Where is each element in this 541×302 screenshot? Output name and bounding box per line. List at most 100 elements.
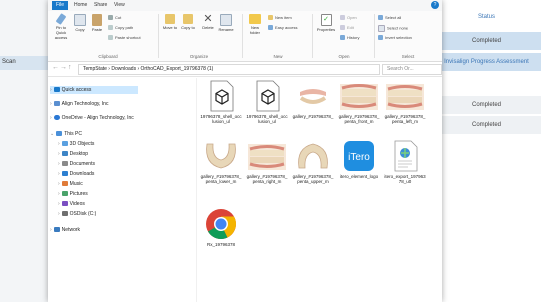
select-none-label: Select none bbox=[387, 25, 409, 31]
select-all-icon bbox=[378, 15, 383, 21]
file-name: Rx_19796378 bbox=[206, 242, 236, 247]
back-arrow-icon[interactable]: ← bbox=[52, 64, 59, 71]
group-open: Open bbox=[338, 54, 350, 59]
nav-label: This PC bbox=[64, 131, 82, 137]
group-select: Select bbox=[401, 54, 415, 59]
easy-access-icon bbox=[268, 25, 273, 31]
tab-view[interactable]: View bbox=[110, 1, 129, 10]
move-to-icon bbox=[165, 14, 175, 24]
tab-share[interactable]: Share bbox=[90, 1, 111, 10]
easy-access-button[interactable]: Easy access bbox=[268, 25, 298, 31]
up-arrow-icon[interactable]: ↑ bbox=[68, 64, 72, 71]
file-item[interactable]: gallery_#19796378_penta_front_m bbox=[338, 80, 380, 124]
nav-label: Videos bbox=[69, 201, 85, 207]
file-item[interactable]: gallery_#19796378_penta_right_m bbox=[246, 140, 288, 184]
paste-icon bbox=[92, 14, 102, 26]
edit-label: Edit bbox=[347, 25, 354, 30]
chevron-right-icon: › bbox=[58, 161, 60, 167]
new-item-button[interactable]: New item bbox=[268, 15, 292, 21]
address-bar-row: ← → ↑ TempState › Downloads › OrthoCAD_E… bbox=[48, 62, 442, 77]
forward-arrow-icon[interactable]: → bbox=[60, 64, 67, 71]
nav-item-music[interactable]: › Music bbox=[58, 180, 83, 188]
nav-item-align[interactable]: › Align Technology, Inc bbox=[50, 100, 108, 108]
svg-text:iTero: iTero bbox=[348, 152, 370, 163]
teeth-image-icon bbox=[338, 80, 380, 112]
file-name: gallery_#19796378_penta_lower_m bbox=[200, 174, 242, 184]
copy-to-label: Copy to bbox=[181, 25, 195, 30]
invert-selection-icon bbox=[378, 35, 383, 41]
nav-item-network[interactable]: › Network bbox=[50, 226, 80, 234]
bg-status-cell[interactable]: Invisalign Progress Assessment bbox=[432, 53, 541, 71]
address-path[interactable]: TempState › Downloads › OrthoCAD_Export_… bbox=[78, 64, 380, 75]
rename-button[interactable]: Rename bbox=[218, 14, 234, 32]
properties-button[interactable]: ✓ Properties bbox=[316, 14, 336, 32]
file-name: gallery_#19796378_penta_front_m bbox=[338, 114, 380, 124]
file-name: gallery_#19796378_penta_left_m bbox=[384, 114, 426, 124]
copy-button[interactable]: Copy bbox=[73, 14, 87, 32]
file-item[interactable]: iTero itero_element_logo bbox=[338, 140, 380, 179]
select-none-button[interactable]: Select none bbox=[378, 25, 408, 32]
chevron-right-icon: › bbox=[58, 141, 60, 147]
rename-label: Rename bbox=[218, 27, 234, 32]
nav-item-this-pc[interactable]: ⌄ This PC bbox=[50, 130, 82, 138]
file-item[interactable]: gallery_#19796378_penta_upper_m bbox=[292, 140, 334, 184]
navigation-pane: › Quick access › Align Technology, Inc › On… bbox=[48, 78, 138, 302]
scissors-icon bbox=[108, 15, 113, 21]
edit-button[interactable]: Edit bbox=[340, 25, 354, 31]
html-file-icon bbox=[384, 140, 426, 172]
file-explorer-window: File Home Share View ? Pin to Quick acce… bbox=[48, 0, 442, 302]
file-item[interactable]: Rx_19796378 bbox=[200, 208, 242, 247]
nav-item-3d-objects[interactable]: › 3D Objects bbox=[58, 140, 94, 148]
file-item[interactable]: gallery_#19796378_penta_left_m bbox=[384, 80, 426, 124]
paste-shortcut-icon bbox=[108, 35, 113, 41]
bg-left-panel bbox=[0, 0, 50, 302]
nav-item-onedrive[interactable]: › OneDrive - Align Technology, Inc bbox=[50, 114, 134, 122]
nav-item-documents[interactable]: › Documents bbox=[58, 160, 95, 168]
nav-item-desktop[interactable]: › Desktop bbox=[58, 150, 88, 158]
move-to-button[interactable]: Move to bbox=[162, 14, 178, 30]
copy-to-button[interactable]: Copy to bbox=[180, 14, 196, 30]
help-icon[interactable]: ? bbox=[431, 1, 439, 9]
paste-button[interactable]: Paste bbox=[89, 14, 105, 32]
bg-status-cell[interactable]: Completed bbox=[432, 32, 541, 50]
select-all-button[interactable]: Select all bbox=[378, 15, 401, 21]
nav-item-videos[interactable]: › Videos bbox=[58, 200, 85, 208]
tab-file[interactable]: File bbox=[52, 1, 69, 10]
nav-item-downloads[interactable]: › Downloads bbox=[58, 170, 94, 178]
paste-shortcut-button[interactable]: Paste shortcut bbox=[108, 35, 141, 41]
nav-item-quick-access[interactable]: › Quick access bbox=[50, 86, 138, 94]
bg-status-cell[interactable]: Completed bbox=[432, 96, 541, 114]
file-name: itero_export_19796378_u0 bbox=[384, 174, 426, 184]
file-list: 19796378_shell_occlusion_ul 19796378_she… bbox=[198, 78, 442, 302]
nav-label: Music bbox=[69, 181, 83, 187]
cut-button[interactable]: Cut bbox=[108, 15, 122, 21]
new-folder-button[interactable]: New folder bbox=[246, 14, 264, 35]
search-input[interactable]: Search Or... bbox=[382, 64, 442, 75]
easy-access-label: Easy access bbox=[275, 25, 298, 30]
nav-label: Network bbox=[61, 227, 81, 233]
file-item[interactable]: itero_export_19796378_u0 bbox=[384, 140, 426, 184]
nav-item-pictures[interactable]: › Pictures bbox=[58, 190, 88, 198]
invert-selection-button[interactable]: Invert selection bbox=[378, 35, 412, 41]
copy-path-button[interactable]: Copy path bbox=[108, 25, 134, 31]
file-item[interactable]: 19796378_shell_occlusion_ul bbox=[200, 80, 242, 124]
pin-button[interactable]: Pin to Quick access bbox=[51, 13, 71, 40]
open-button[interactable]: Open bbox=[340, 15, 357, 21]
delete-icon: ✕ bbox=[203, 13, 213, 25]
file-item[interactable]: 19796378_shell_occlusion_ul bbox=[246, 80, 288, 124]
group-organize: Organize bbox=[189, 54, 209, 59]
cloud-icon bbox=[53, 115, 60, 121]
file-item[interactable]: gallery_#19796378_penta_lower_m bbox=[200, 140, 242, 184]
file-item[interactable]: gallery_#19796378_ bbox=[292, 80, 334, 119]
tab-home[interactable]: Home bbox=[70, 1, 91, 10]
copy-path-label: Copy path bbox=[115, 25, 134, 30]
delete-button[interactable]: ✕ Delete bbox=[200, 13, 216, 31]
bg-status-cell[interactable]: Completed bbox=[432, 116, 541, 134]
copy-to-icon bbox=[183, 14, 193, 24]
cut-label: Cut bbox=[115, 15, 122, 20]
history-button[interactable]: History bbox=[340, 35, 359, 41]
nav-label: Pictures bbox=[69, 191, 88, 197]
nav-item-osdisk[interactable]: › OSDisk (C:) bbox=[58, 210, 96, 218]
file-name: gallery_#19796378_penta_upper_m bbox=[292, 174, 334, 184]
bg-scan-label: Scan bbox=[2, 59, 16, 65]
